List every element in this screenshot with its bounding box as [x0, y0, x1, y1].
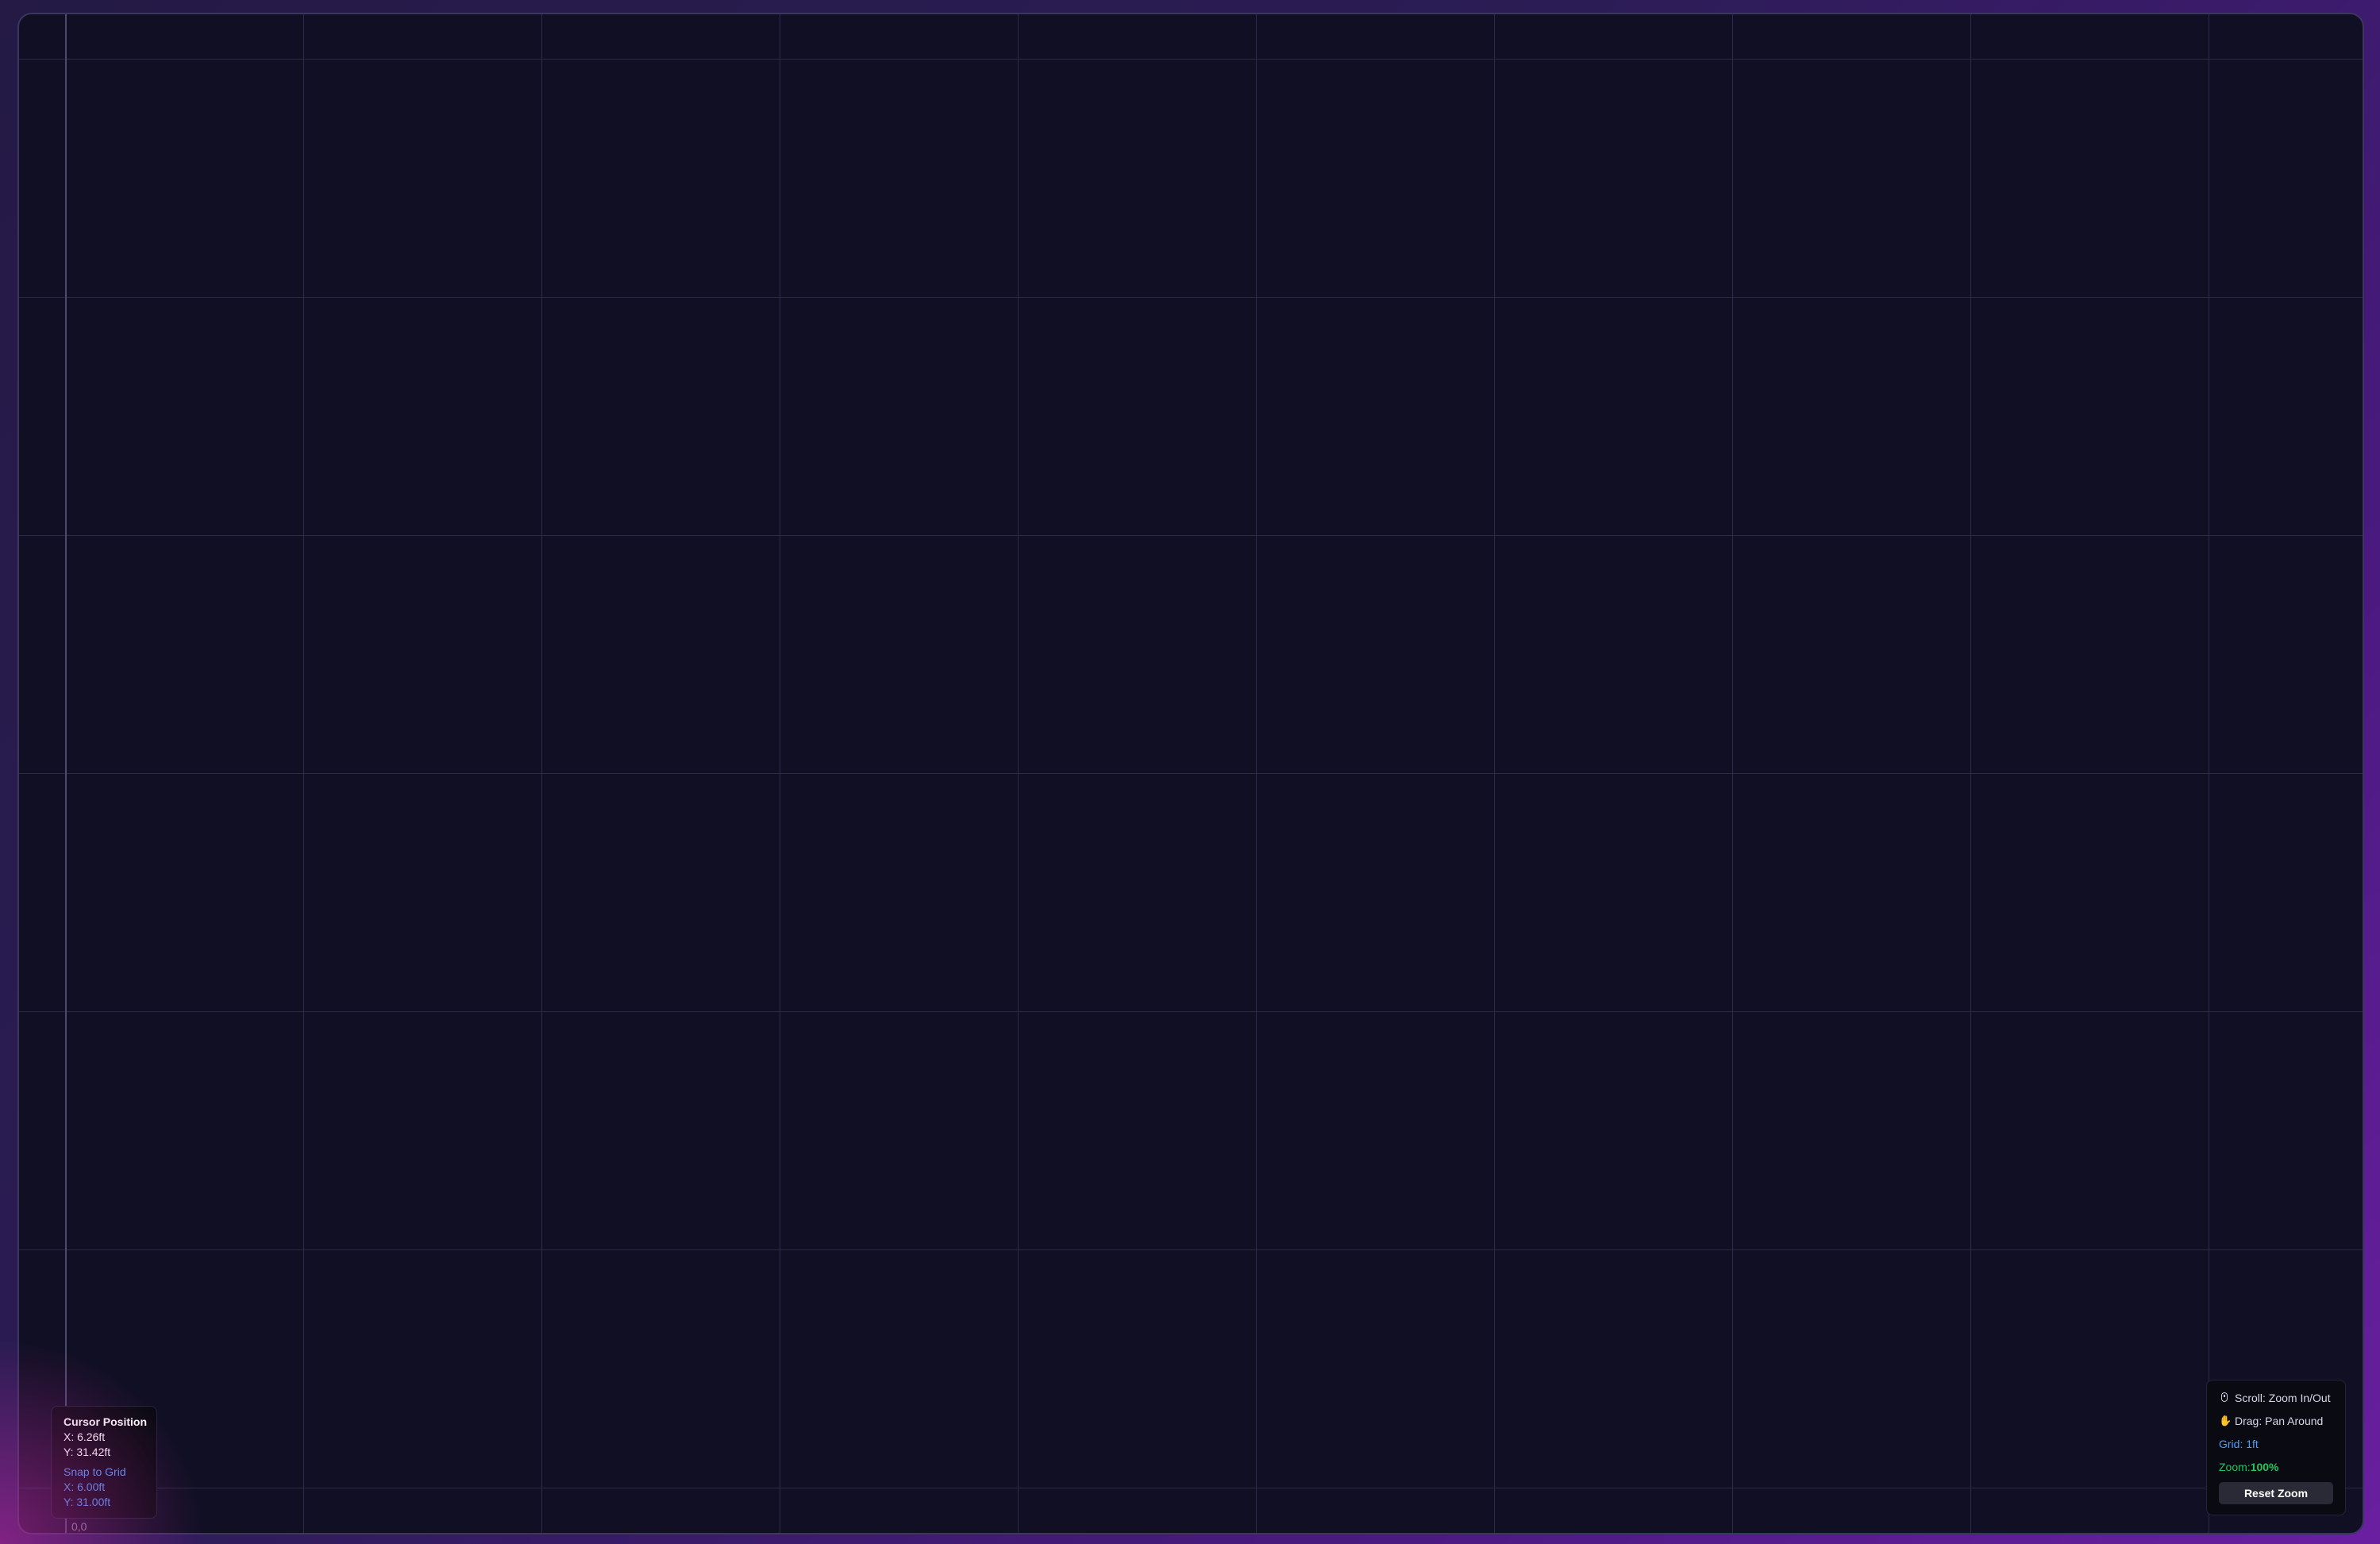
origin-label: 0,0 — [71, 1520, 87, 1533]
mouse-icon — [2219, 1392, 2230, 1404]
grid-line-horizontal — [19, 59, 2363, 60]
zoom-label: Zoom: — [2219, 1461, 2251, 1473]
grid-size-info: Grid: 1ft — [2219, 1438, 2259, 1450]
cursor-position-title: Cursor Position — [64, 1415, 148, 1428]
scroll-hint: Scroll: Zoom In/Out — [2219, 1390, 2333, 1406]
drag-hint: ✋ Drag: Pan Around — [2219, 1413, 2333, 1429]
grid-line-horizontal — [19, 1011, 2363, 1012]
zoom-level-info: Zoom: 100% — [2219, 1459, 2333, 1475]
snap-to-grid-title: Snap to Grid — [64, 1465, 126, 1478]
reset-zoom-button[interactable]: Reset Zoom — [2219, 1482, 2333, 1504]
snap-x-value: X: 6.00ft — [64, 1480, 106, 1493]
grid-line-horizontal — [19, 773, 2363, 774]
scroll-hint-label: Scroll: Zoom In/Out — [2235, 1392, 2331, 1404]
hand-icon: ✋ — [2219, 1415, 2232, 1427]
y-axis-line — [65, 14, 67, 1533]
drag-hint-label: Drag: Pan Around — [2235, 1415, 2324, 1427]
grid-canvas[interactable]: 0,0 Cursor Position X: 6.26ft Y: 31.42ft… — [17, 13, 2364, 1534]
cursor-position-panel: Cursor Position X: 6.26ft Y: 31.42ft Sna… — [51, 1406, 157, 1519]
grid-line-horizontal — [19, 535, 2363, 536]
snap-y-value: Y: 31.00ft — [64, 1496, 111, 1508]
zoom-value: 100% — [2250, 1461, 2279, 1473]
cursor-y-value: Y: 31.42ft — [64, 1446, 111, 1458]
controls-help-panel: Scroll: Zoom In/Out ✋ Drag: Pan Around G… — [2206, 1380, 2346, 1515]
grid-line-horizontal — [19, 297, 2363, 298]
grid-line-horizontal — [19, 1249, 2363, 1250]
cursor-x-value: X: 6.26ft — [64, 1430, 106, 1443]
app-frame: 0,0 Cursor Position X: 6.26ft Y: 31.42ft… — [0, 0, 2380, 1544]
